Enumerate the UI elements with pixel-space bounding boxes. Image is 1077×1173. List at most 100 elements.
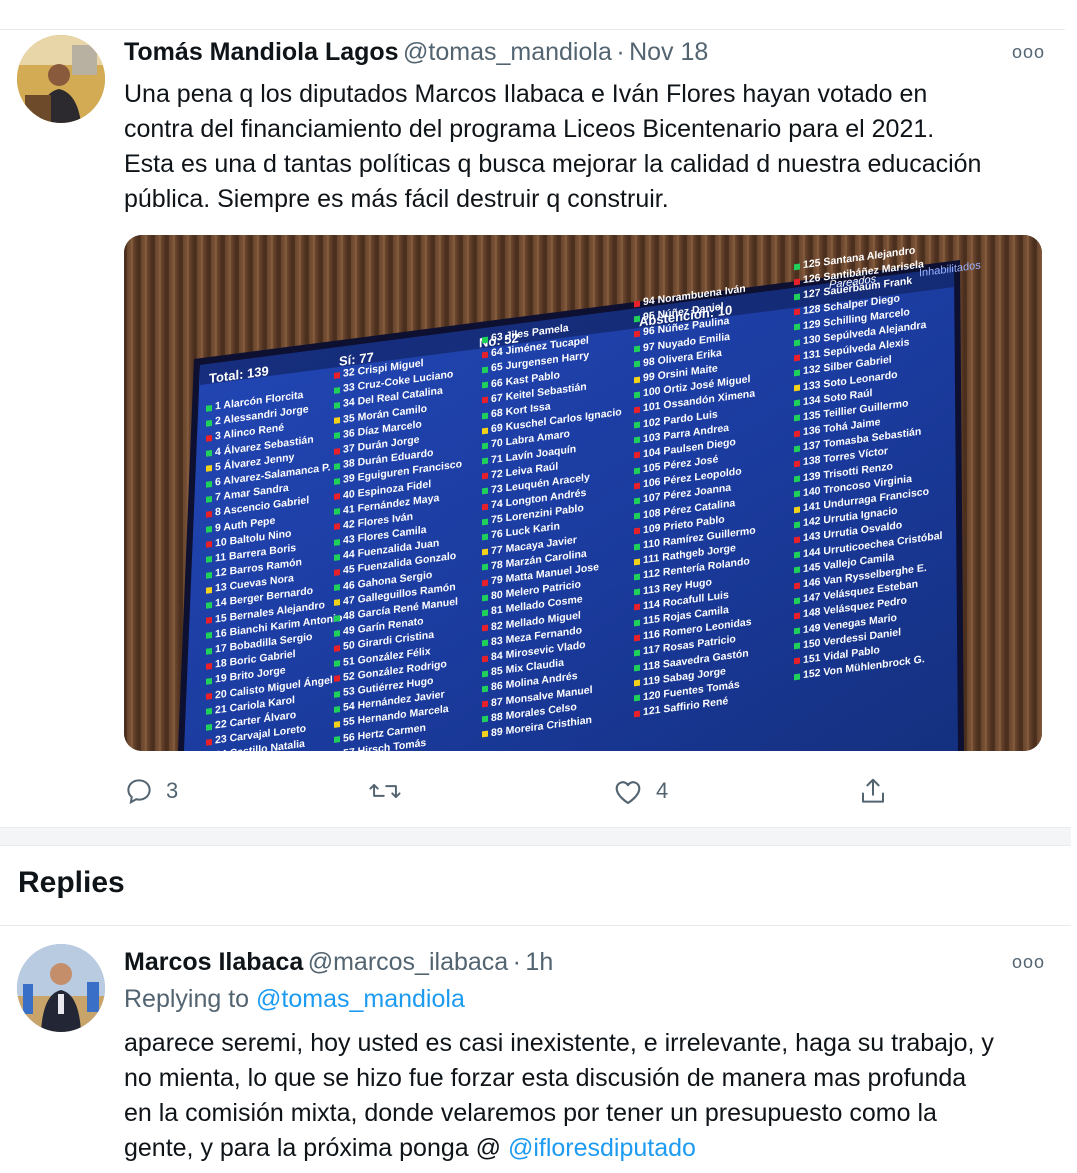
like-action[interactable]: 4 <box>612 774 668 808</box>
vote-indicator <box>482 366 488 374</box>
vote-indicator <box>206 632 212 640</box>
vote-indicator <box>206 480 212 488</box>
person-photo-icon <box>17 35 105 123</box>
vote-indicator <box>634 710 640 718</box>
board-column: 32 Crispi Miguel 33 Cruz-Coke Luciano 34 D… <box>334 351 462 751</box>
vote-indicator <box>794 460 800 468</box>
vote-indicator <box>206 586 212 594</box>
vote-indicator <box>206 541 212 549</box>
reply-author-name[interactable]: Marcos Ilabaca <box>124 948 303 976</box>
vote-indicator <box>334 675 340 683</box>
vote-indicator <box>206 708 212 716</box>
reply-action[interactable]: 3 <box>124 774 178 808</box>
heart-icon <box>615 781 641 805</box>
vote-indicator <box>334 447 340 455</box>
tweet-date[interactable]: Nov 18 <box>629 38 708 66</box>
vote-indicator <box>634 634 640 642</box>
vote-indicator <box>634 695 640 702</box>
vote-indicator <box>334 690 340 698</box>
vote-indicator <box>634 543 640 550</box>
tweet-text-line: contra del financiamiento del programa L… <box>124 115 935 143</box>
vote-indicator <box>794 551 800 559</box>
board-column: 1 Alarcón Florcita 2 Alessandri Jorge 3 Al… <box>206 383 342 751</box>
vote-indicator <box>482 351 488 359</box>
vote-indicator <box>634 482 640 490</box>
vote-indicator <box>482 488 488 495</box>
vote-indicator <box>482 533 488 541</box>
vote-indicator <box>482 381 488 389</box>
vote-indicator <box>206 571 212 579</box>
vote-indicator <box>794 369 800 377</box>
section-divider <box>0 827 1077 846</box>
vote-indicator <box>482 503 488 511</box>
like-count: 4 <box>656 778 669 803</box>
vote-indicator <box>634 528 640 535</box>
top-strip <box>0 0 1077 30</box>
replying-to: Replying to @tomas_mandiola <box>124 985 465 1014</box>
vote-indicator <box>794 612 800 620</box>
vote-indicator <box>794 475 800 483</box>
vote-indicator <box>794 278 800 286</box>
tweet-media-photo[interactable]: Total: 139 Sí: 77 No: 52 Abstención: 10 … <box>124 235 1042 751</box>
retweet-action[interactable] <box>368 774 414 808</box>
vote-indicator <box>482 685 488 693</box>
vote-indicator <box>206 556 212 564</box>
vote-indicator <box>334 736 340 743</box>
vote-indicator <box>634 391 640 399</box>
retweet-icon <box>369 783 401 799</box>
vote-indicator <box>334 462 340 470</box>
reply-header-separator: · <box>512 948 521 976</box>
vote-indicator <box>634 345 640 353</box>
replying-to-label: Replying to <box>124 985 250 1013</box>
vote-indicator <box>482 396 488 404</box>
scrollbar[interactable] <box>1071 0 1077 1173</box>
vote-indicator <box>794 384 800 392</box>
mention-link[interactable]: @ifloresdiputado <box>508 1134 696 1162</box>
reply-text-line: aparece seremi, hoy usted es casi inexis… <box>124 1029 994 1057</box>
reply-time[interactable]: 1h <box>525 948 553 976</box>
vote-indicator <box>634 300 640 307</box>
vote-indicator <box>794 445 800 453</box>
vote-indicator <box>794 263 800 270</box>
vote-indicator <box>206 647 212 655</box>
vote-indicator <box>634 452 640 459</box>
author-avatar[interactable] <box>17 35 105 123</box>
vote-indicator <box>794 658 800 665</box>
board-column: 94 Norambuena Iván 95 Núñez Daniel 96 Núñe… <box>634 280 756 721</box>
replies-rule <box>0 925 1077 926</box>
reply-author-avatar[interactable] <box>17 944 105 1032</box>
vote-indicator <box>482 457 488 465</box>
vote-indicator <box>634 360 640 368</box>
reply-last-line: gente, y para la próxima ponga @ <box>124 1134 501 1162</box>
vote-indicator <box>794 354 800 362</box>
author-name[interactable]: Tomás Mandiola Lagos <box>124 38 399 66</box>
author-handle[interactable]: @tomas_mandiola <box>403 38 612 66</box>
vote-indicator <box>634 512 640 520</box>
vote-indicator <box>206 434 212 442</box>
board-column: 125 Santana Alejandro 126 Santibáñez Mari… <box>794 240 942 685</box>
reply-author-handle[interactable]: @marcos_ilabaca <box>308 948 508 976</box>
reply-more-options-icon[interactable]: ooo <box>1012 952 1045 973</box>
vote-indicator <box>634 558 640 566</box>
vote-indicator <box>334 508 340 516</box>
vote-indicator <box>482 412 488 419</box>
share-action[interactable] <box>858 774 888 808</box>
vote-indicator <box>334 371 340 379</box>
vote-indicator <box>794 597 800 605</box>
vote-indicator <box>334 614 340 622</box>
header-separator: · <box>616 38 625 66</box>
vote-indicator <box>334 569 340 576</box>
vote-indicator <box>634 497 640 505</box>
vote-indicator <box>794 490 800 498</box>
vote-indicator <box>206 526 212 533</box>
vote-indicator <box>334 386 340 394</box>
vote-indicator <box>634 679 640 687</box>
vote-indicator <box>482 442 488 450</box>
vote-indicator <box>794 399 800 407</box>
vote-indicator <box>334 599 340 607</box>
vote-indicator <box>634 315 640 323</box>
replying-to-handle[interactable]: @tomas_mandiola <box>256 985 465 1013</box>
more-options-icon[interactable]: ooo <box>1012 42 1045 63</box>
reply-icon <box>127 779 151 805</box>
voting-board-names: 1 Alarcón Florcita 2 Alessandri Jorge 3 Al… <box>204 235 964 751</box>
